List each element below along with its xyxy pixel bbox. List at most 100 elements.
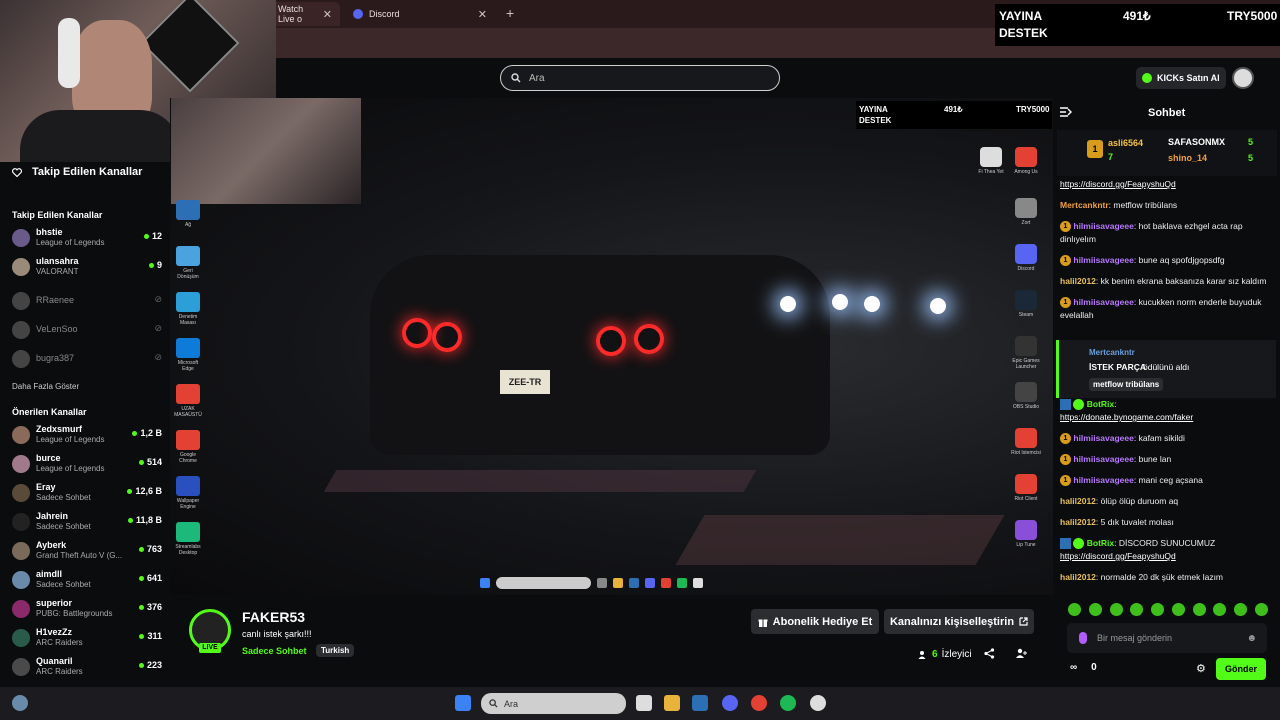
followed-channel[interactable]: bhstie League of Legends 12 [12, 227, 162, 253]
close-tab-icon[interactable]: ✕ [478, 8, 487, 21]
emote-icon[interactable] [1088, 603, 1102, 616]
discord-icon [645, 578, 655, 588]
store-icon[interactable] [692, 695, 708, 711]
chat-username[interactable]: hilmiisavageee [1073, 433, 1133, 443]
sidebar-header[interactable]: Takip Edilen Kanallar [12, 166, 142, 178]
chat-username[interactable]: hilmiisavageee [1073, 454, 1133, 464]
emote-icon[interactable] [1254, 603, 1268, 616]
windows-start-icon[interactable] [455, 695, 471, 711]
infinity-points-icon[interactable]: ∞ [1070, 662, 1077, 673]
kicks-buy-button[interactable]: KICKs Satın Al [1136, 67, 1226, 89]
offline-channel[interactable]: VeLenSoo ⊘ [12, 319, 162, 345]
chrome-icon[interactable] [751, 695, 767, 711]
leader-name[interactable]: SAFASONMX [1168, 137, 1225, 147]
redeem-action-bold: İSTEK PARÇA [1089, 362, 1146, 372]
tab-discord[interactable]: Discord ✕ [345, 2, 495, 26]
donate-label-top: YAYINA [999, 9, 1043, 23]
chat-username[interactable]: Mertcankntr [1060, 200, 1109, 210]
offline-channel[interactable]: bugra387 ⊘ [12, 348, 162, 374]
live-dot-icon [139, 633, 145, 639]
emote-icon[interactable] [1130, 603, 1144, 616]
emote-icon[interactable] [1068, 603, 1081, 616]
kicks-label: KICKs Satın Al [1157, 73, 1220, 83]
obs-icon[interactable] [810, 695, 826, 711]
user-avatar[interactable] [1232, 67, 1254, 89]
emote-icon[interactable] [1192, 603, 1206, 616]
chat-link[interactable]: https://discord.gg/FeapyshuQd [1060, 179, 1176, 189]
inner-donate-top: YAYINA [859, 105, 888, 114]
stream-category[interactable]: Sadece Sohbet [242, 646, 307, 656]
chat-username[interactable]: hilmiisavageee [1073, 221, 1133, 231]
recommended-channel[interactable]: Jahrein Sadece Sohbet 11,8 B [12, 511, 162, 537]
live-dot-icon [127, 517, 133, 523]
viewer-count: 641 [138, 573, 162, 583]
recommended-channel[interactable]: burce League of Legends 514 [12, 453, 162, 479]
task-view-icon[interactable] [636, 695, 652, 711]
send-button[interactable]: Gönder [1216, 658, 1266, 680]
recommended-channel[interactable]: superior PUBG: Battlegrounds 376 [12, 598, 162, 624]
customize-channel-button[interactable]: Kanalınızı kişiselleştirin [884, 609, 1034, 634]
chat-text: metflow tribülans [1113, 200, 1178, 210]
inner-donate-bottom: DESTEK [859, 116, 892, 125]
chat-username[interactable]: halil2012 [1060, 572, 1096, 582]
recommended-channel[interactable]: H1vezZz ARC Raiders 311 [12, 627, 162, 653]
chat-username[interactable]: hilmiisavageee [1073, 297, 1133, 307]
channel-avatar [12, 426, 30, 444]
chat-input[interactable]: Bir mesaj gönderin ☻ [1067, 623, 1267, 653]
inner-donate-target: TRY5000 [1016, 105, 1050, 114]
channel-name: VeLenSoo [36, 324, 78, 334]
new-tab-button[interactable]: + [506, 5, 514, 21]
emote-icon[interactable] [1213, 603, 1227, 616]
spotify-icon[interactable] [780, 695, 796, 711]
follow-user-icon[interactable] [1016, 648, 1027, 662]
followed-channel[interactable]: ulansahra VALORANT 9 [12, 256, 162, 282]
emote-bar [1068, 603, 1268, 617]
file-explorer-icon[interactable] [664, 695, 680, 711]
chat-username[interactable]: BotRix [1087, 399, 1114, 409]
channel-avatar [12, 658, 30, 676]
emote-icon[interactable] [1151, 603, 1165, 616]
channel-game: League of Legends [36, 238, 105, 247]
live-dot-icon [148, 262, 154, 268]
gear-icon[interactable]: ⚙ [1196, 662, 1206, 675]
emote-icon[interactable] [1234, 603, 1248, 616]
leader-name[interactable]: shino_14 [1168, 153, 1207, 163]
emote-icon[interactable] [1109, 603, 1123, 616]
gift-subscription-button[interactable]: Abonelik Hediye Et [751, 609, 879, 634]
recommended-channel[interactable]: Eray Sadece Sohbet 12,6 B [12, 482, 162, 508]
chat-username[interactable]: BotRix [1087, 538, 1114, 548]
taskbar-search[interactable]: Ara [481, 693, 626, 714]
tab-kick[interactable]: Watch Live o ✕ [270, 2, 340, 26]
emote-icon[interactable] [1171, 603, 1185, 616]
viewer-number: 12 [151, 231, 162, 241]
redeem-user[interactable]: Mertcankntr [1089, 348, 1135, 357]
chat-username[interactable]: halil2012 [1060, 517, 1096, 527]
recommended-channel[interactable]: aimdll Sadece Sohbet 641 [12, 569, 162, 595]
close-tab-icon[interactable]: ✕ [323, 8, 332, 21]
chat-link[interactable]: https://donate.bynogame.com/faker [1060, 412, 1193, 422]
chat-username[interactable]: halil2012 [1060, 276, 1096, 286]
show-more-link[interactable]: Daha Fazla Göster [12, 382, 79, 391]
search-icon [489, 699, 498, 708]
chat-leaderboard: 1 asli6564 7 SAFASONMX 5 shino_14 5 [1057, 130, 1277, 176]
language-tag[interactable]: Turkish [316, 644, 355, 657]
chat-username[interactable]: hilmiisavageee [1073, 255, 1133, 265]
chat-link[interactable]: https://discord.gg/FeapyshuQd [1060, 551, 1176, 561]
weather-icon[interactable] [12, 695, 28, 711]
emoji-icon[interactable]: ☻ [1246, 633, 1257, 644]
search-input[interactable]: Ara [500, 65, 780, 91]
offline-channel[interactable]: RRaenee ⊘ [12, 290, 162, 316]
channel-name[interactable]: FAKER53 [242, 609, 305, 625]
chat-username[interactable]: hilmiisavageee [1073, 475, 1133, 485]
recommended-channel[interactable]: Quanaril ARC Raiders 223 [12, 656, 162, 682]
microphone-icon[interactable] [1079, 632, 1087, 644]
recommended-channel[interactable]: Ayberk Grand Theft Auto V (G... 763 [12, 540, 162, 566]
collapse-chat-icon[interactable] [1060, 106, 1072, 120]
discord-icon[interactable] [722, 695, 738, 711]
chat-username[interactable]: halil2012 [1060, 496, 1096, 506]
share-icon[interactable] [984, 648, 995, 662]
leader-name[interactable]: asli6564 [1108, 138, 1143, 148]
chat-message: halil2012: 5 dık tuvalet molası [1060, 517, 1174, 527]
channel-name: H1vezZz [36, 627, 73, 637]
recommended-channel[interactable]: Zedxsmurf League of Legends 1,2 B [12, 424, 162, 450]
